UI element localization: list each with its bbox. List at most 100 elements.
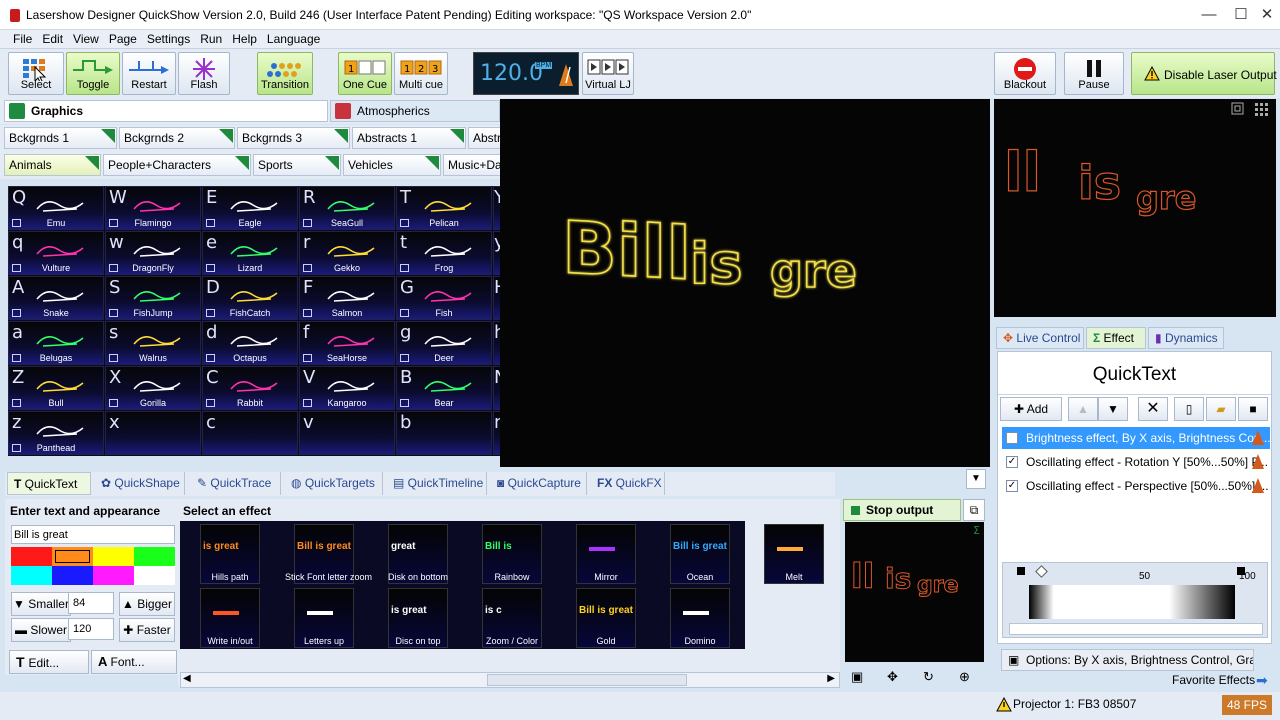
blackout-button[interactable]: Blackout [994, 52, 1056, 95]
size-spinner[interactable]: 84 [68, 592, 114, 614]
effect-thumbnail[interactable]: Write in/out [200, 588, 260, 648]
effect-thumbnail[interactable]: Bill is great Gold [576, 588, 636, 648]
cue-cell[interactable]: Q Emu [8, 186, 104, 230]
cue-cell[interactable]: g Deer [396, 321, 492, 365]
color-swatch[interactable] [11, 547, 52, 566]
tab-bckgrnds-1[interactable]: Bckgrnds 1 [4, 127, 117, 149]
effect-thumbnail[interactable]: Melt [764, 524, 824, 584]
favorite-effects-link[interactable]: Favorite Effects [1172, 673, 1255, 687]
effect-thumbnail[interactable]: is great Disc on top [388, 588, 448, 648]
cue-cell[interactable]: q Vulture [8, 231, 104, 275]
tab-quickshape[interactable]: ✿ QuickShape [95, 472, 185, 495]
effect-thumbnail[interactable]: is great Hills path [200, 524, 260, 584]
output-window-button[interactable]: ⧉ [963, 499, 985, 521]
gradient-stop-marker[interactable] [1035, 565, 1048, 578]
cue-cell[interactable]: e Lizard [202, 231, 298, 275]
restart-button[interactable]: Restart [122, 52, 176, 95]
panel-dropdown-button[interactable]: ▼ [966, 469, 986, 489]
effect-checkbox[interactable]: ✓ [1006, 456, 1018, 468]
gradient-stop-end[interactable] [1237, 567, 1245, 575]
cue-cell[interactable]: f SeaHorse [299, 321, 395, 365]
move-down-button[interactable]: ▼ [1098, 397, 1128, 421]
cue-cell[interactable]: D FishCatch [202, 276, 298, 320]
output-rotate-icon[interactable]: ↻ [923, 669, 934, 685]
cue-cell[interactable]: A Snake [8, 276, 104, 320]
cue-cell[interactable]: v [299, 411, 395, 455]
color-swatch[interactable] [52, 566, 93, 585]
edit-button[interactable]: T Edit... [9, 650, 89, 674]
bigger-button[interactable]: ▲ Bigger [119, 592, 175, 616]
gradient-stop-start[interactable] [1017, 567, 1025, 575]
menu-page[interactable]: Page [104, 30, 142, 46]
faster-button[interactable]: ✚ Faster [119, 618, 175, 642]
window-layout-icons[interactable] [1231, 102, 1273, 116]
effect-thumbnail[interactable]: Bill is Rainbow [482, 524, 542, 584]
delete-effect-button[interactable]: ✕ [1138, 397, 1168, 421]
effect-thumbnail[interactable]: Mirror [576, 524, 636, 584]
tab-abstracts-2[interactable]: Abstra [468, 127, 500, 149]
text-input[interactable] [11, 525, 175, 544]
cue-cell[interactable]: R SeaGull [299, 186, 395, 230]
toggle-button[interactable]: Toggle [66, 52, 120, 95]
pause-button[interactable]: Pause [1064, 52, 1124, 95]
gradient-scrollbar[interactable] [1009, 623, 1263, 635]
tab-quickfx[interactable]: FX QuickFX [591, 472, 665, 495]
menu-language[interactable]: Language [262, 30, 325, 46]
color-swatch[interactable] [134, 547, 175, 566]
new-button[interactable]: ▯ [1174, 397, 1204, 421]
effect-thumbnail[interactable]: great Disk on bottom [388, 524, 448, 584]
tab-bckgrnds-3[interactable]: Bckgrnds 3 [237, 127, 350, 149]
effect-list-item[interactable]: ✓ Brightness effect, By X axis, Brightnes… [1002, 427, 1270, 449]
tab-animals[interactable]: Animals [4, 154, 101, 176]
stop-output-button[interactable]: Stop output [843, 499, 961, 521]
cue-cell[interactable]: z Panthead [8, 411, 104, 455]
cue-cell[interactable]: d Octapus [202, 321, 298, 365]
tab-dynamics[interactable]: ▮ Dynamics [1148, 327, 1224, 349]
move-up-button[interactable]: ▲ [1068, 397, 1098, 421]
cue-cell[interactable]: T Pelican [396, 186, 492, 230]
category-atmospherics[interactable]: Atmospherics [330, 100, 500, 122]
font-button[interactable]: A Font... [91, 650, 177, 674]
cue-cell[interactable]: w DragonFly [105, 231, 201, 275]
color-swatch[interactable] [52, 547, 93, 566]
slower-button[interactable]: ▬ Slower [11, 618, 71, 642]
one-cue-button[interactable]: 1 One Cue [338, 52, 392, 95]
effect-thumbnail[interactable]: Letters up [294, 588, 354, 648]
effect-list-item[interactable]: ✓ Oscillating effect - Rotation Y [50%...… [1002, 451, 1270, 473]
effect-checkbox[interactable]: ✓ [1006, 432, 1018, 444]
cue-cell[interactable]: b [396, 411, 492, 455]
cue-cell[interactable]: G Fish [396, 276, 492, 320]
color-swatch[interactable] [11, 566, 52, 585]
effects-scrollbar[interactable]: ◀ ▶ [180, 672, 840, 688]
cue-cell[interactable]: V Kangaroo [299, 366, 395, 410]
tab-quicktargets[interactable]: ◍ QuickTargets [285, 472, 383, 495]
menu-settings[interactable]: Settings [142, 30, 195, 46]
effect-checkbox[interactable]: ✓ [1006, 480, 1018, 492]
tab-effect[interactable]: Σ Effect [1086, 327, 1146, 349]
cue-cell[interactable]: E Eagle [202, 186, 298, 230]
menu-edit[interactable]: Edit [37, 30, 68, 46]
speed-spinner[interactable]: 120 [68, 618, 114, 640]
cue-cell[interactable]: B Bear [396, 366, 492, 410]
options-button[interactable]: ▣ Options: By X axis, Brightness Control,… [1001, 649, 1254, 671]
maximize-button[interactable]: ☐ [1228, 4, 1254, 26]
tab-people-characters[interactable]: People+Characters [103, 154, 251, 176]
effect-thumbnail[interactable]: Bill is great Stick Font letter zoom [285, 524, 372, 584]
multi-cue-button[interactable]: 123 Multi cue [394, 52, 448, 95]
select-button[interactable]: Select [8, 52, 64, 95]
cue-cell[interactable]: a Belugas [8, 321, 104, 365]
add-effect-button[interactable]: ✚ Add [1000, 397, 1062, 421]
tab-quicktimeline[interactable]: ▤ QuickTimeline [387, 472, 487, 495]
output-move-icon[interactable]: ✥ [887, 669, 898, 685]
close-button[interactable]: ✕ [1254, 4, 1280, 26]
favorite-arrow-icon[interactable]: ➡ [1256, 672, 1268, 689]
scroll-right-icon[interactable]: ▶ [827, 673, 835, 684]
category-graphics[interactable]: Graphics [4, 100, 328, 122]
tab-live-control[interactable]: ✥ Live Control [996, 327, 1084, 349]
virtual-lj-button[interactable]: Virtual LJ [582, 52, 634, 95]
scroll-left-icon[interactable]: ◀ [183, 673, 191, 684]
tab-music-dance[interactable]: Music+Dan [443, 154, 500, 176]
tab-quicktrace[interactable]: ✎ QuickTrace [191, 472, 281, 495]
save-button[interactable]: ■ [1238, 397, 1268, 421]
color-swatch[interactable] [93, 566, 134, 585]
